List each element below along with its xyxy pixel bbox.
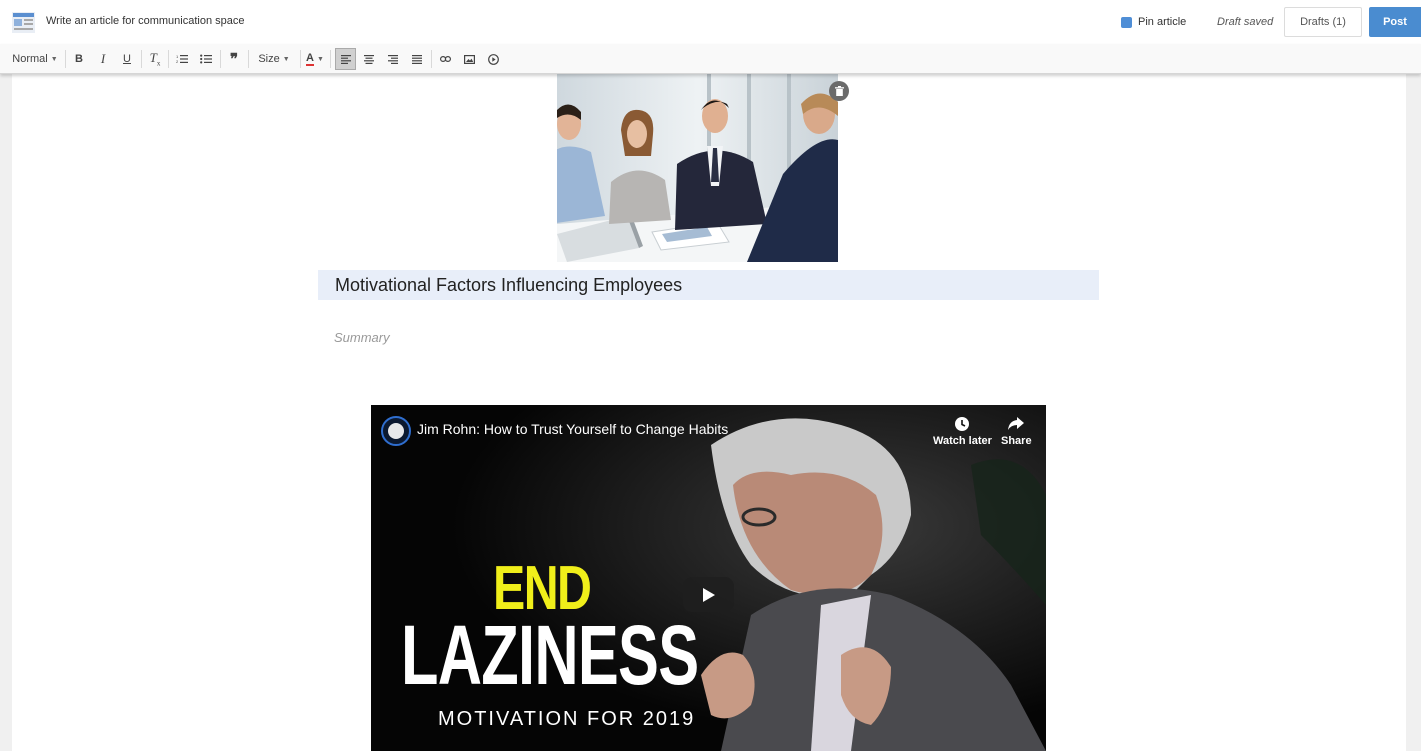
- blockquote-button[interactable]: ❞: [225, 48, 243, 70]
- checkbox-icon[interactable]: [1121, 16, 1132, 28]
- clear-format-icon: Tx: [149, 50, 161, 68]
- editor-canvas[interactable]: Motivational Factors Influencing Employe…: [12, 73, 1406, 751]
- watch-later-button[interactable]: Watch later: [933, 416, 992, 447]
- toolbar-divider: [431, 50, 432, 68]
- delete-image-button[interactable]: [829, 81, 849, 101]
- play-button[interactable]: [683, 577, 734, 612]
- clock-icon: [955, 417, 970, 431]
- thumbnail-text-motivation: MOTIVATION FOR 2019: [438, 708, 696, 730]
- insert-video-button[interactable]: [484, 48, 502, 70]
- video-icon: [487, 53, 499, 65]
- drafts-button[interactable]: Drafts (1): [1284, 7, 1362, 37]
- align-right-button[interactable]: [384, 48, 402, 70]
- image-icon: [463, 54, 475, 64]
- align-left-icon: [340, 54, 351, 64]
- play-icon: [702, 587, 715, 602]
- bullet-list-button[interactable]: [197, 48, 215, 70]
- share-icon: [1008, 417, 1025, 430]
- cover-image[interactable]: [557, 74, 838, 262]
- summary-input[interactable]: Summary: [334, 330, 390, 345]
- share-label: Share: [1001, 435, 1032, 447]
- link-button[interactable]: [436, 48, 454, 70]
- justify-icon: [412, 54, 422, 64]
- toolbar-divider: [220, 50, 221, 68]
- embedded-video[interactable]: Jim Rohn: How to Trust Yourself to Chang…: [371, 405, 1046, 751]
- link-icon: [439, 56, 451, 62]
- italic-button[interactable]: I: [94, 48, 112, 70]
- align-center-icon: [364, 54, 374, 64]
- bold-icon: B: [75, 53, 83, 65]
- paragraph-format-select[interactable]: Normal ▼: [10, 48, 60, 70]
- article-title-input[interactable]: Motivational Factors Influencing Employe…: [318, 270, 1099, 300]
- toolbar-divider: [168, 50, 169, 68]
- font-color-button[interactable]: A ▼: [304, 48, 326, 70]
- toolbar-divider: [248, 50, 249, 68]
- underline-button[interactable]: U: [118, 48, 136, 70]
- video-title[interactable]: Jim Rohn: How to Trust Yourself to Chang…: [417, 421, 728, 437]
- align-left-button[interactable]: [335, 48, 356, 70]
- italic-icon: I: [100, 51, 106, 66]
- clear-format-button[interactable]: Tx: [146, 48, 164, 70]
- chevron-down-icon: ▼: [317, 55, 324, 63]
- quote-icon: ❞: [229, 51, 239, 68]
- paragraph-format-label: Normal: [12, 53, 48, 65]
- chevron-down-icon: ▼: [50, 55, 58, 63]
- page-title: Write an article for communication space: [46, 15, 245, 27]
- editor-toolbar: Normal ▼ B I U Tx 12 ❞ Size ▼ A ▼: [0, 44, 1421, 74]
- font-size-label: Size: [258, 53, 280, 65]
- toolbar-divider: [300, 50, 301, 68]
- font-color-icon: A: [306, 51, 314, 66]
- justify-button[interactable]: [408, 48, 426, 70]
- align-center-button[interactable]: [360, 48, 378, 70]
- pin-article-label: Pin article: [1138, 16, 1187, 28]
- article-icon: [12, 12, 35, 33]
- numbered-list-button[interactable]: 12: [173, 48, 191, 70]
- toolbar-divider: [330, 50, 331, 68]
- toolbar-divider: [65, 50, 66, 68]
- share-button[interactable]: Share: [1001, 416, 1032, 447]
- underline-icon: U: [123, 53, 131, 65]
- top-bar: Write an article for communication space…: [0, 0, 1421, 44]
- trash-icon: [834, 86, 844, 96]
- watch-later-label: Watch later: [933, 435, 992, 447]
- pin-article-checkbox[interactable]: Pin article: [1121, 16, 1186, 28]
- toolbar-divider: [141, 50, 142, 68]
- channel-logo-icon: [381, 416, 411, 446]
- numbered-list-icon: 12: [176, 54, 188, 64]
- post-button[interactable]: Post: [1369, 7, 1421, 37]
- chevron-down-icon: ▼: [282, 55, 290, 63]
- bold-button[interactable]: B: [70, 48, 88, 70]
- thumbnail-text-laziness: LAZINESS: [401, 608, 699, 702]
- insert-image-button[interactable]: [460, 48, 478, 70]
- font-size-select[interactable]: Size ▼: [253, 48, 295, 70]
- draft-status: Draft saved: [1217, 16, 1274, 28]
- align-right-icon: [388, 54, 398, 64]
- svg-text:2: 2: [176, 59, 179, 64]
- bullet-list-icon: [200, 54, 212, 64]
